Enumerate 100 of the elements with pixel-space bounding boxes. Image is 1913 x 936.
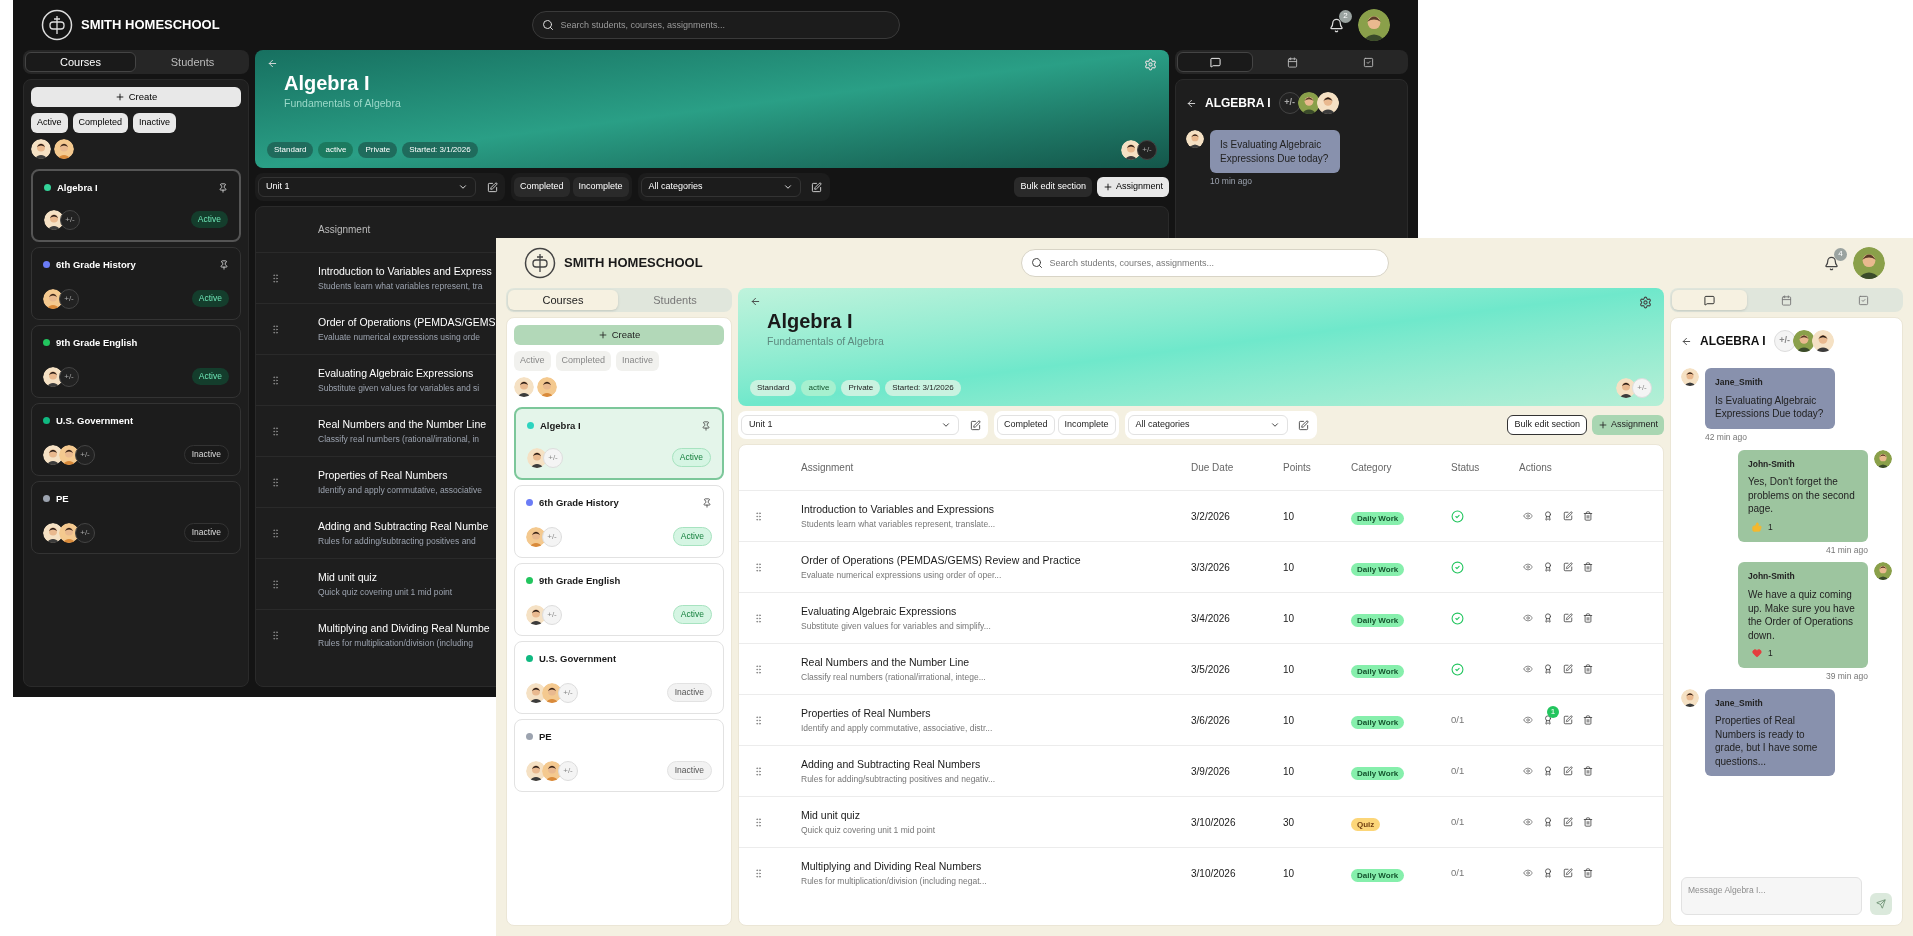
bell-icon[interactable] (1824, 255, 1839, 271)
edit-icon[interactable] (1563, 664, 1573, 674)
members-button[interactable]: +/- (1278, 92, 1301, 114)
drag-handle-icon[interactable] (270, 272, 281, 284)
award-icon[interactable] (1543, 817, 1553, 827)
award-icon[interactable] (1543, 613, 1553, 623)
delete-icon[interactable] (1583, 715, 1593, 725)
select-field[interactable]: Unit 1 (258, 177, 476, 197)
edit-icon[interactable] (1563, 613, 1573, 623)
back-icon[interactable] (1186, 97, 1197, 109)
members-button[interactable]: +/- (60, 209, 80, 230)
view-icon[interactable] (1523, 817, 1533, 827)
send-button[interactable] (1870, 893, 1892, 915)
create-button[interactable]: Create (31, 87, 241, 107)
view-icon[interactable] (1523, 715, 1533, 725)
drag-handle-icon[interactable] (753, 612, 764, 624)
delete-icon[interactable] (1583, 613, 1593, 623)
drag-handle-icon[interactable] (753, 663, 764, 675)
view-icon[interactable] (1523, 562, 1533, 572)
settings-icon[interactable] (1639, 296, 1652, 309)
delete-icon[interactable] (1583, 562, 1593, 572)
filter-chip[interactable]: Inactive (133, 113, 177, 133)
filter-chip[interactable]: Active (31, 113, 68, 133)
delete-icon[interactable] (1583, 868, 1593, 878)
view-icon[interactable] (1523, 868, 1533, 878)
members-button[interactable]: +/- (543, 447, 563, 468)
drag-handle-icon[interactable] (753, 765, 764, 777)
create-button[interactable]: Create (514, 325, 724, 345)
thumbs-up-icon[interactable] (1752, 522, 1762, 533)
drag-handle-icon[interactable] (270, 374, 281, 386)
message-field[interactable]: Message Algebra I... (1681, 877, 1862, 915)
award-icon[interactable] (1543, 562, 1553, 572)
bell-icon[interactable] (1329, 17, 1344, 33)
chat-tab[interactable] (1177, 52, 1254, 72)
course-card[interactable]: U.S. Government +/- Inactive (31, 402, 241, 476)
drag-handle-icon[interactable] (270, 578, 281, 590)
bulk-edit-button[interactable]: Bulk edit section (1507, 415, 1587, 435)
drag-handle-icon[interactable] (270, 425, 281, 437)
back-icon[interactable] (1681, 335, 1692, 347)
members-button[interactable]: +/- (1632, 378, 1652, 398)
award-icon[interactable] (1543, 868, 1553, 878)
view-icon[interactable] (1523, 664, 1533, 674)
award-icon[interactable] (1543, 511, 1553, 521)
drag-handle-icon[interactable] (753, 510, 764, 522)
drag-handle-icon[interactable] (753, 561, 764, 573)
drag-handle-icon[interactable] (753, 867, 764, 879)
course-card[interactable]: Algebra I +/- Active (514, 406, 724, 480)
members-button[interactable]: +/- (558, 760, 578, 781)
view-icon[interactable] (1523, 511, 1533, 521)
members-button[interactable]: +/- (542, 604, 562, 625)
drag-handle-icon[interactable] (270, 527, 281, 539)
course-card[interactable]: U.S. Government +/- Inactive (514, 640, 724, 714)
sidebar-tab[interactable]: Courses (508, 290, 618, 310)
course-card[interactable]: PE +/- Inactive (514, 718, 724, 792)
award-icon[interactable] (1543, 664, 1553, 674)
filter-button[interactable]: Completed (997, 415, 1055, 435)
delete-icon[interactable] (1583, 766, 1593, 776)
add-assignment-button[interactable]: Assignment (1591, 415, 1664, 435)
drag-handle-icon[interactable] (270, 476, 281, 488)
members-button[interactable]: +/- (59, 366, 79, 387)
search-field[interactable]: Search students, courses, assignments... (531, 11, 900, 39)
select-field[interactable]: All categories (1127, 415, 1288, 435)
members-button[interactable]: +/- (542, 526, 562, 547)
edit-icon[interactable] (1563, 766, 1573, 776)
bulk-edit-button[interactable]: Bulk edit section (1014, 177, 1092, 197)
members-button[interactable]: +/- (1137, 140, 1157, 160)
add-assignment-button[interactable]: Assignment (1096, 177, 1169, 197)
course-card[interactable]: 6th Grade History +/- Active (514, 484, 724, 558)
drag-handle-icon[interactable] (270, 323, 281, 335)
award-icon[interactable] (1543, 766, 1553, 776)
chat-tab[interactable] (1672, 290, 1747, 310)
course-card[interactable]: PE +/- Inactive (31, 480, 241, 554)
pin-icon[interactable] (702, 497, 712, 508)
members-button[interactable]: +/- (59, 288, 79, 309)
drag-handle-icon[interactable] (753, 714, 764, 726)
drag-handle-icon[interactable] (753, 816, 764, 828)
filter-button[interactable]: Completed (514, 177, 570, 197)
sidebar-tab[interactable]: Students (138, 52, 247, 72)
members-button[interactable]: +/- (75, 522, 95, 543)
delete-icon[interactable] (1583, 817, 1593, 827)
members-button[interactable]: +/- (558, 682, 578, 703)
edit-icon[interactable] (1563, 562, 1573, 572)
pin-icon[interactable] (218, 182, 228, 193)
members-button[interactable]: +/- (75, 444, 95, 465)
edit-icon[interactable] (1563, 868, 1573, 878)
edit-icon[interactable] (1563, 511, 1573, 521)
select-field[interactable]: All categories (640, 177, 801, 197)
filter-button[interactable]: Incomplete (572, 177, 629, 197)
pin-icon[interactable] (219, 259, 229, 270)
course-card[interactable]: 9th Grade English +/- Active (514, 562, 724, 636)
pin-icon[interactable] (701, 420, 711, 431)
sidebar-tab[interactable]: Students (620, 290, 730, 310)
filter-chip[interactable]: Completed (72, 113, 129, 133)
select-field[interactable]: Unit 1 (741, 415, 959, 435)
course-card[interactable]: Algebra I +/- Active (31, 168, 241, 242)
view-icon[interactable] (1523, 766, 1533, 776)
edit-icon[interactable] (1563, 715, 1573, 725)
delete-icon[interactable] (1583, 664, 1593, 674)
course-card[interactable]: 6th Grade History +/- Active (31, 246, 241, 320)
sidebar-tab[interactable]: Courses (25, 52, 136, 72)
